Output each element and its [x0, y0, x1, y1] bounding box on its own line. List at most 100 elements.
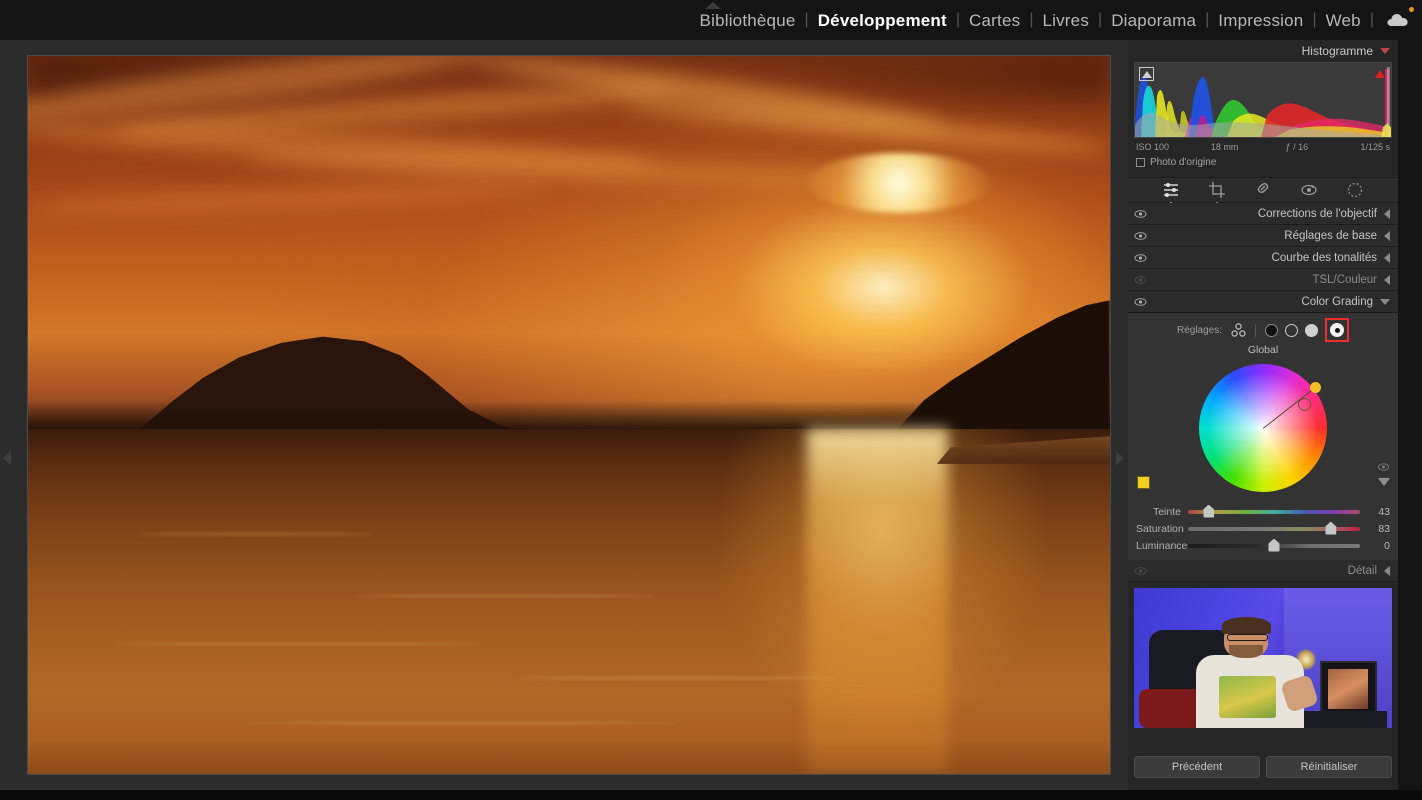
section-detail[interactable]: Détail	[1128, 560, 1398, 582]
original-photo-toggle[interactable]: Photo d'origine	[1136, 157, 1390, 168]
cloud-status-dot	[1409, 7, 1414, 12]
reset-button[interactable]: Réinitialiser	[1266, 756, 1392, 778]
image-canvas	[0, 40, 1128, 790]
chevron-down-icon[interactable]	[1380, 48, 1390, 54]
section-title-main: TSL	[1312, 273, 1334, 286]
color-grading-panel: Réglages: Global Teinte 43 Saturation 83…	[1128, 313, 1398, 560]
module-cartes[interactable]: Cartes	[960, 12, 1029, 29]
settings-label: Réglages:	[1176, 324, 1223, 336]
eye-icon[interactable]	[1134, 253, 1147, 263]
show-right-panel-arrow[interactable]	[1116, 451, 1124, 465]
tool-strip	[1128, 177, 1398, 205]
photo-preview[interactable]	[27, 55, 1111, 775]
global-view-button[interactable]	[1330, 323, 1345, 337]
teinte-slider[interactable]	[1188, 504, 1360, 518]
module-bibliotheque[interactable]: Bibliothèque	[691, 12, 805, 29]
shutter-speed-value: 1/125 s	[1360, 142, 1391, 152]
color-grading-view-selector: Réglages:	[1128, 318, 1398, 342]
global-view-button-highlight[interactable]	[1325, 318, 1350, 342]
slider-knob[interactable]	[1268, 538, 1280, 552]
sunset-photo	[28, 56, 1110, 774]
slider-knob[interactable]	[1203, 504, 1215, 518]
water-region	[28, 429, 1110, 774]
lightroom-window: Bibliothèque | Développement | Cartes | …	[0, 0, 1422, 800]
section-tsl-couleur[interactable]: TSL/Couleur	[1128, 269, 1398, 291]
chevron-left-icon[interactable]	[1384, 565, 1390, 576]
module-developpement[interactable]: Développement	[809, 12, 956, 29]
section-courbe-tonalites[interactable]: Courbe des tonalités	[1128, 247, 1398, 269]
cloud-icon[interactable]	[1386, 7, 1414, 30]
chevron-left-icon[interactable]	[1384, 230, 1390, 241]
eye-icon[interactable]	[1134, 566, 1147, 576]
eye-icon[interactable]	[1134, 209, 1147, 219]
slider-label: Teinte	[1152, 505, 1181, 518]
checkbox-icon[interactable]	[1136, 158, 1145, 167]
eye-icon[interactable]	[1134, 231, 1147, 241]
eye-icon[interactable]	[1134, 297, 1147, 307]
section-reglages-base[interactable]: Réglages de base	[1128, 225, 1398, 247]
three-way-view-button[interactable]	[1231, 322, 1246, 338]
module-diaporama[interactable]: Diaporama	[1102, 12, 1205, 29]
shadows-view-button[interactable]	[1265, 323, 1279, 337]
slider-value[interactable]: 0	[1360, 540, 1390, 552]
previous-button[interactable]: Précédent	[1134, 756, 1260, 778]
histogram-svg	[1135, 66, 1391, 137]
module-web[interactable]: Web	[1317, 12, 1370, 29]
color-grading-sliders: Teinte 43 Saturation 83 Luminance 0	[1128, 500, 1398, 556]
section-title-suffix: /Couleur	[1333, 273, 1377, 286]
section-title: Corrections de l'objectif	[1257, 207, 1377, 220]
triangle-down-icon[interactable]	[1378, 478, 1390, 486]
slider-label: Saturation	[1136, 522, 1184, 535]
section-color-grading[interactable]: Color Grading	[1128, 291, 1398, 313]
focal-length-value: 18 mm	[1210, 142, 1239, 152]
color-grading-mode-label: Global	[1247, 344, 1279, 356]
section-title: Réglages de base	[1284, 229, 1377, 242]
panel-button-row: Précédent Réinitialiser	[1128, 756, 1398, 778]
luminance-slider[interactable]	[1188, 538, 1360, 552]
eyedropper-icon[interactable]	[1377, 462, 1390, 472]
module-livres[interactable]: Livres	[1033, 12, 1098, 29]
saturation-slider[interactable]	[1188, 521, 1360, 535]
section-title: Courbe des tonalités	[1271, 251, 1377, 264]
masking-icon[interactable]	[1162, 181, 1180, 205]
section-title: Détail	[1347, 564, 1377, 577]
crop-icon[interactable]	[1208, 181, 1226, 205]
color-swatch[interactable]	[1137, 476, 1150, 489]
show-top-panel-arrow[interactable]	[705, 2, 721, 9]
module-impression[interactable]: Impression	[1209, 12, 1312, 29]
develop-right-panel: Histogramme ISO 100 18 mm ƒ / 16 1/125 s…	[1128, 40, 1398, 790]
sun-glow	[807, 153, 991, 213]
histogram-header[interactable]: Histogramme	[1128, 40, 1398, 62]
color-wheel-hue-handle[interactable]	[1310, 382, 1321, 393]
divider	[1255, 323, 1257, 337]
color-wheel-ring-handle[interactable]	[1298, 398, 1311, 411]
show-left-panel-arrow[interactable]	[3, 451, 11, 465]
color-wheel-area	[1128, 360, 1398, 500]
midtones-view-button[interactable]	[1285, 323, 1299, 337]
chevron-down-icon[interactable]	[1380, 298, 1390, 305]
histogram-title: Histogramme	[1301, 44, 1373, 58]
slider-value[interactable]: 43	[1360, 506, 1390, 518]
highlight-clipping-icon[interactable]	[1372, 67, 1387, 81]
sky-region	[28, 56, 1110, 430]
section-title: Color Grading	[1301, 295, 1373, 308]
slider-knob[interactable]	[1325, 521, 1337, 535]
slider-value[interactable]: 83	[1360, 523, 1390, 535]
radial-filter-icon[interactable]	[1346, 181, 1364, 199]
redeye-icon[interactable]	[1300, 181, 1318, 199]
healing-brush-icon[interactable]	[1254, 181, 1272, 199]
iso-value: ISO 100	[1136, 142, 1170, 152]
webcam-overlay-preview	[1134, 588, 1392, 728]
section-corrections-objectif[interactable]: Corrections de l'objectif	[1128, 203, 1398, 225]
chevron-left-icon[interactable]	[1384, 252, 1390, 263]
module-separator: |	[1369, 11, 1374, 28]
chevron-left-icon[interactable]	[1384, 274, 1390, 285]
chevron-left-icon[interactable]	[1384, 208, 1390, 219]
shadow-clipping-icon[interactable]	[1139, 67, 1154, 81]
panel-edge	[1398, 40, 1422, 790]
slider-row-luminance: Luminance 0	[1136, 537, 1390, 554]
highlights-view-button[interactable]	[1305, 323, 1319, 337]
slider-label: Luminance	[1136, 539, 1188, 552]
histogram-graph[interactable]	[1134, 62, 1392, 138]
eye-icon[interactable]	[1134, 275, 1147, 285]
